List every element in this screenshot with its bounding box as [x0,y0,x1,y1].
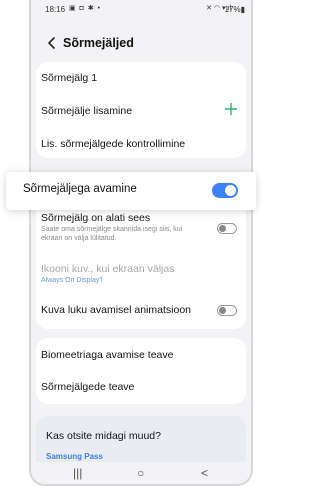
fingerprint-unlock-toggle[interactable] [212,183,238,198]
icon-when-off-title: Ikooni kuv., kui ekraan väljas [41,263,175,275]
status-time: 18:16 [45,5,66,14]
fingerprint-unlock-item[interactable]: Sõrmejäljega avamine [6,172,256,210]
always-on-title: Sõrmejälg on alati sees [41,212,151,224]
samsung-pass-link[interactable]: Samsung Pass [46,452,103,461]
always-on-toggle[interactable] [217,223,237,234]
add-fingerprint-item[interactable]: Sõrmejälje lisamine [41,105,241,117]
phone-frame: 18:16 ▣ ◘ ✱ • ✕ ◠ ▾.ıl 17%▮ Sõrmejäljed … [29,0,253,486]
fingerprint-info-item[interactable]: Sõrmejälgede teave [41,381,241,393]
check-fingerprints-item[interactable]: Lis. sõrmejälgede kontrollimine [41,138,241,150]
toggle-knob [225,185,236,196]
home-icon[interactable]: ○ [137,466,144,480]
status-bar: 18:16 ▣ ◘ ✱ • ✕ ◠ ▾.ıl 17%▮ [31,0,251,18]
fingerprint-unlock-label: Sõrmejäljega avamine [23,183,137,195]
looking-for-more-title: Kas otsite midagi muud? [46,430,161,442]
page-title: Sõrmejäljed [63,36,134,50]
always-on-description: Saate oma sõrmejälge skannida isegi siis… [41,226,183,242]
plus-icon[interactable] [225,103,237,115]
icon-when-off-subtitle: Always On Display'l [41,277,103,284]
always-on-item[interactable]: Sõrmejälg on alati sees Saate oma sõrmej… [41,212,241,243]
back-nav-icon[interactable]: < [201,466,208,480]
back-arrow-icon[interactable] [45,36,59,50]
toggle-knob [219,224,226,232]
toggle-knob [219,306,226,314]
info-card [36,338,246,404]
fingerprint-1-item[interactable]: Sõrmejälg 1 [41,72,241,84]
unlock-animation-toggle[interactable] [217,305,237,316]
battery-indicator: 17%▮ [224,5,245,14]
notification-icons: ▣ ◘ ✱ • [69,5,101,12]
unlock-animation-item[interactable]: Kuva luku avamisel animatsioon [41,304,241,316]
biometric-info-item[interactable]: Biomeetriaga avamise teave [41,349,241,361]
recent-apps-icon[interactable]: ||| [73,466,82,480]
navigation-bar: ||| ○ < [31,462,251,484]
header: Sõrmejäljed [31,32,251,56]
icon-when-off-item[interactable]: Ikooni kuv., kui ekraan väljas Always On… [41,263,241,284]
